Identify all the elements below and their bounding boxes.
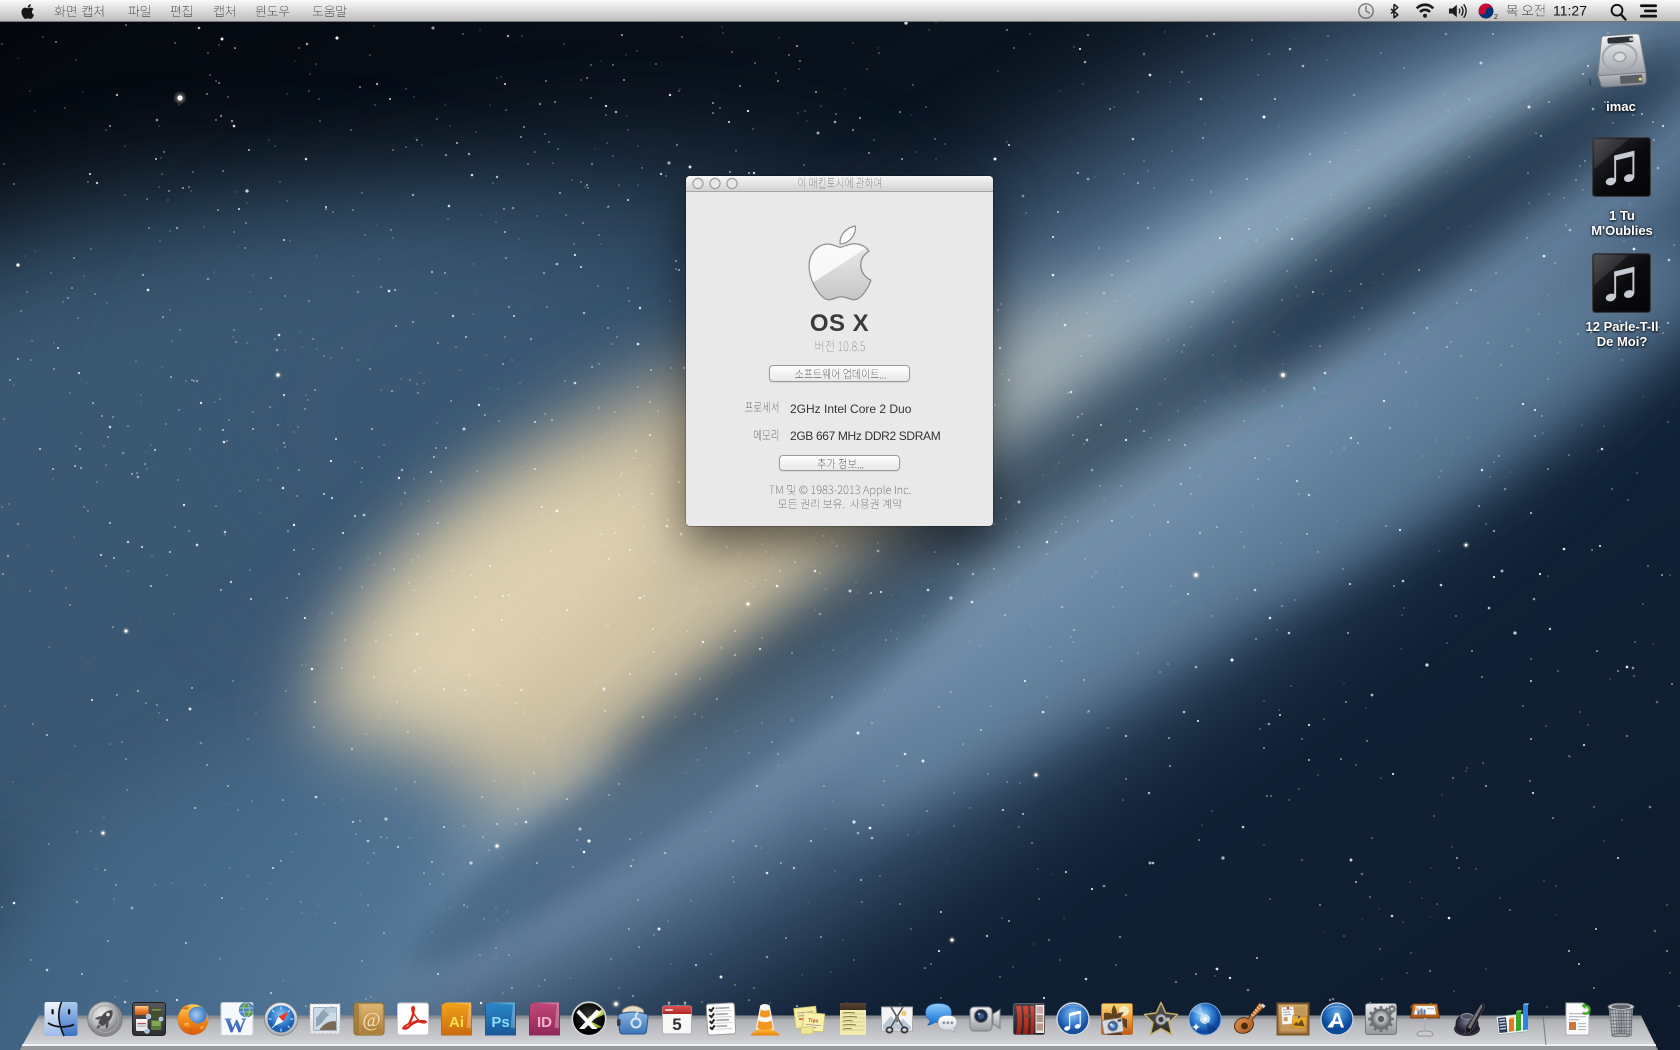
svg-text:@: @	[362, 1009, 380, 1031]
svg-text:ID: ID	[537, 1014, 552, 1031]
svg-text:Ai: Ai	[449, 1043, 464, 1050]
svg-text:5: 5	[672, 1040, 681, 1050]
svg-text:Ai: Ai	[449, 1014, 464, 1031]
svg-text:11:27: 11:27	[1553, 3, 1587, 19]
svg-text:2: 2	[1494, 14, 1498, 21]
svg-text:Ps: Ps	[491, 1014, 509, 1031]
svg-text:Tips: Tips	[808, 1018, 819, 1025]
svg-text:ID: ID	[537, 1043, 552, 1050]
svg-text:Ps: Ps	[491, 1043, 509, 1050]
svg-text:w: w	[225, 1037, 247, 1050]
svg-text:5: 5	[672, 1015, 681, 1034]
svg-text:A: A	[1329, 1010, 1344, 1033]
svg-text:@: @	[362, 1043, 380, 1050]
